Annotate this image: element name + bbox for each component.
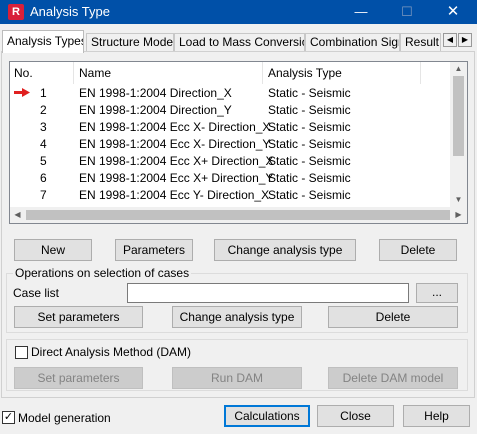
close-window-button[interactable]: ✕ bbox=[438, 0, 468, 24]
horizontal-scrollbar[interactable]: ◀ ▶ bbox=[10, 207, 467, 223]
case-analysis-type: Static - Seismic bbox=[268, 86, 351, 100]
column-header-name[interactable]: Name bbox=[79, 66, 111, 80]
model-generation-checkbox[interactable]: ✓ bbox=[2, 411, 15, 424]
maximize-button[interactable]: ☐ bbox=[392, 0, 422, 24]
scroll-right-icon[interactable]: ▶ bbox=[451, 208, 466, 222]
dam-checkbox-label[interactable]: Direct Analysis Method (DAM) bbox=[31, 345, 191, 359]
red-arrow-icon bbox=[14, 88, 30, 97]
tab-combination-sign[interactable]: Combination Sign bbox=[305, 33, 400, 52]
table-row[interactable]: 5 EN 1998-1:2004 Ecc X+ Direction_X Stat… bbox=[10, 152, 450, 169]
vertical-scrollbar[interactable]: ▲ ▼ bbox=[450, 62, 467, 207]
case-analysis-type: Static - Seismic bbox=[268, 120, 351, 134]
tab-load-to-mass-conversion[interactable]: Load to Mass Conversion bbox=[174, 33, 305, 52]
tab-scroll-right-icon[interactable]: ▶ bbox=[458, 33, 472, 47]
column-header-analysis-type[interactable]: Analysis Type bbox=[268, 66, 342, 80]
case-list-input[interactable] bbox=[127, 283, 409, 303]
case-name: EN 1998-1:2004 Ecc Y- Direction_X bbox=[79, 188, 270, 202]
scroll-left-icon[interactable]: ◀ bbox=[10, 208, 25, 222]
case-number: 4 bbox=[40, 137, 47, 151]
case-list-label: Case list bbox=[13, 286, 60, 300]
case-number: 3 bbox=[40, 120, 47, 134]
case-number: 1 bbox=[40, 86, 47, 100]
tab-scroll-left-icon[interactable]: ◀ bbox=[443, 33, 457, 47]
case-name: EN 1998-1:2004 Direction_Y bbox=[79, 103, 232, 117]
window-title: Analysis Type bbox=[30, 4, 110, 19]
tab-analysis-types[interactable]: Analysis Types bbox=[2, 30, 84, 53]
case-name: EN 1998-1:2004 Ecc X+ Direction_X bbox=[79, 154, 274, 168]
column-header-no[interactable]: No. bbox=[14, 66, 33, 80]
case-analysis-type: Static - Seismic bbox=[268, 137, 351, 151]
table-row[interactable]: 4 EN 1998-1:2004 Ecc X- Direction_Y Stat… bbox=[10, 135, 450, 152]
case-analysis-type: Static - Seismic bbox=[268, 171, 351, 185]
table-row[interactable]: 7 EN 1998-1:2004 Ecc Y- Direction_X Stat… bbox=[10, 186, 450, 203]
parameters-button[interactable]: Parameters bbox=[115, 239, 193, 261]
dam-set-parameters-button: Set parameters bbox=[14, 367, 143, 389]
case-list-browse-button[interactable]: ... bbox=[416, 283, 458, 303]
analysis-cases-list[interactable]: No. Name Analysis Type 1 EN 1998-1:2004 … bbox=[9, 61, 468, 224]
minimize-button[interactable]: — bbox=[346, 0, 376, 24]
run-dam-button: Run DAM bbox=[172, 367, 302, 389]
table-row[interactable]: 1 EN 1998-1:2004 Direction_X Static - Se… bbox=[10, 84, 450, 101]
new-button[interactable]: New bbox=[14, 239, 92, 261]
operations-group-title: Operations on selection of cases bbox=[13, 266, 192, 280]
case-name: EN 1998-1:2004 Direction_X bbox=[79, 86, 232, 100]
case-analysis-type: Static - Seismic bbox=[268, 154, 351, 168]
delete-dam-model-button: Delete DAM model bbox=[328, 367, 458, 389]
robot-app-icon: R bbox=[8, 4, 24, 20]
set-parameters-button[interactable]: Set parameters bbox=[14, 306, 143, 328]
scroll-up-icon[interactable]: ▲ bbox=[450, 62, 467, 76]
scroll-down-icon[interactable]: ▼ bbox=[450, 193, 467, 207]
calculations-button[interactable]: Calculations bbox=[224, 405, 310, 427]
help-button[interactable]: Help bbox=[403, 405, 470, 427]
case-name: EN 1998-1:2004 Ecc X- Direction_X bbox=[79, 120, 271, 134]
case-analysis-type: Static - Seismic bbox=[268, 188, 351, 202]
dam-checkbox[interactable] bbox=[15, 346, 28, 359]
case-number: 5 bbox=[40, 154, 47, 168]
delete-button[interactable]: Delete bbox=[379, 239, 457, 261]
tab-result[interactable]: Result I bbox=[400, 33, 441, 52]
change-analysis-type-selection-button[interactable]: Change analysis type bbox=[172, 306, 302, 328]
change-analysis-type-button[interactable]: Change analysis type bbox=[214, 239, 356, 261]
case-number: 6 bbox=[40, 171, 47, 185]
case-number: 2 bbox=[40, 103, 47, 117]
tab-structure-model[interactable]: Structure Model bbox=[86, 33, 174, 52]
model-generation-label[interactable]: Model generation bbox=[18, 411, 111, 425]
table-row[interactable]: 2 EN 1998-1:2004 Direction_Y Static - Se… bbox=[10, 101, 450, 118]
case-number: 7 bbox=[40, 188, 47, 202]
vertical-scroll-thumb[interactable] bbox=[453, 76, 464, 156]
case-analysis-type: Static - Seismic bbox=[268, 103, 351, 117]
case-name: EN 1998-1:2004 Ecc X+ Direction_Y bbox=[79, 171, 274, 185]
tab-strip: Analysis Types Structure Model Load to M… bbox=[0, 30, 477, 53]
delete-selection-button[interactable]: Delete bbox=[328, 306, 458, 328]
table-row[interactable]: 6 EN 1998-1:2004 Ecc X+ Direction_Y Stat… bbox=[10, 169, 450, 186]
horizontal-scroll-thumb[interactable] bbox=[26, 210, 450, 220]
title-bar: R Analysis Type — ☐ ✕ bbox=[0, 0, 477, 24]
table-row[interactable]: 3 EN 1998-1:2004 Ecc X- Direction_X Stat… bbox=[10, 118, 450, 135]
close-button[interactable]: Close bbox=[317, 405, 394, 427]
list-header: No. Name Analysis Type bbox=[10, 62, 450, 84]
case-name: EN 1998-1:2004 Ecc X- Direction_Y bbox=[79, 137, 271, 151]
